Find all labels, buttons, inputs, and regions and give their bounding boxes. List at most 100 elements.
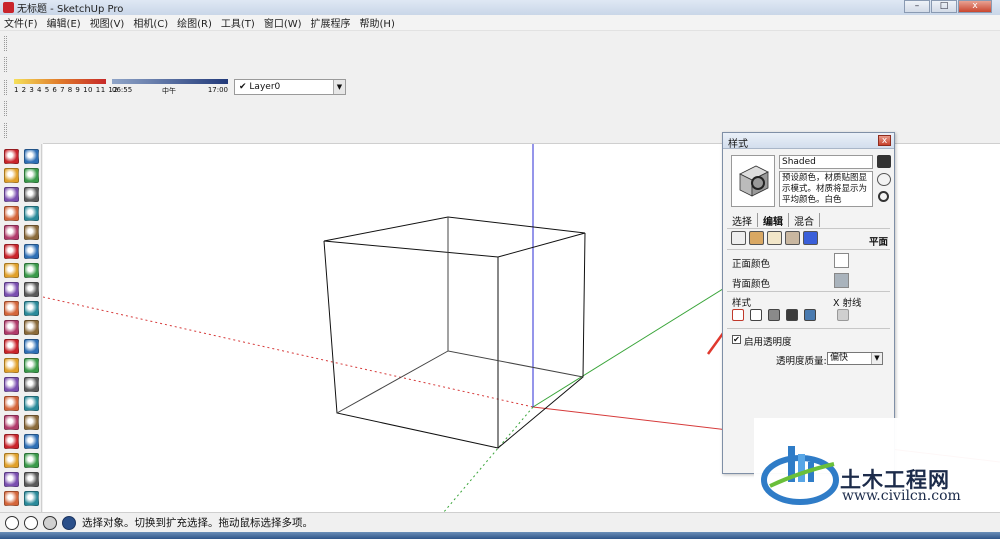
- toolbar-grip[interactable]: [4, 56, 7, 72]
- back-color-swatch[interactable]: [834, 273, 849, 288]
- tool-button-icon[interactable]: [24, 434, 39, 449]
- create-style-icon[interactable]: [877, 173, 891, 186]
- menu-help[interactable]: 帮助(H): [360, 15, 395, 30]
- tab-edit[interactable]: 编辑: [758, 213, 789, 228]
- toolbar-grip[interactable]: [4, 122, 7, 138]
- tool-button-icon[interactable]: [24, 282, 39, 297]
- style-description-field[interactable]: 预设颜色，材质贴图显示模式。材质将显示为平均颜色。白色: [779, 171, 873, 207]
- tool-button-icon[interactable]: [4, 472, 19, 487]
- maximize-button[interactable]: □: [931, 0, 957, 13]
- tool-button-icon[interactable]: [4, 225, 19, 240]
- layer-select[interactable]: ✔ Layer0 ▼: [234, 79, 346, 95]
- transparency-checkbox[interactable]: ✔: [732, 335, 741, 344]
- tool-button-icon[interactable]: [4, 434, 19, 449]
- tool-button-icon[interactable]: [4, 377, 19, 392]
- tool-button-icon[interactable]: [24, 472, 39, 487]
- tool-button-icon[interactable]: [24, 301, 39, 316]
- time-end-label: 17:00: [207, 86, 228, 94]
- menu-edit[interactable]: 编辑(E): [47, 15, 81, 30]
- dialog-tabs: 选择 编辑 混合: [727, 213, 820, 228]
- menu-file[interactable]: 文件(F): [4, 15, 38, 30]
- tab-divider: [727, 228, 890, 229]
- tool-button-icon[interactable]: [4, 206, 19, 221]
- tool-button-icon[interactable]: [4, 320, 19, 335]
- refresh-icon[interactable]: [878, 191, 889, 202]
- modeling-settings-icon[interactable]: [803, 231, 818, 245]
- tool-button-icon[interactable]: [4, 263, 19, 278]
- edge-settings-icon[interactable]: [731, 231, 746, 245]
- xray-icon[interactable]: [837, 309, 849, 321]
- shaded-textures-style-icon[interactable]: [786, 309, 798, 321]
- tab-select[interactable]: 选择: [727, 213, 758, 228]
- dialog-close-button[interactable]: x: [878, 135, 891, 146]
- tool-button-icon[interactable]: [4, 491, 19, 506]
- tool-button-icon[interactable]: [24, 415, 39, 430]
- tool-button-icon[interactable]: [24, 396, 39, 411]
- menu-camera[interactable]: 相机(C): [133, 15, 168, 30]
- tool-button-icon[interactable]: [24, 377, 39, 392]
- toolbar-row-3: 1 2 3 4 5 6 7 8 9 10 11 12 06:55 中午 17:00 ✔ …: [0, 77, 1000, 97]
- style-name-field[interactable]: Shaded: [779, 155, 873, 169]
- tool-button-icon[interactable]: [4, 149, 19, 164]
- background-settings-icon[interactable]: [767, 231, 782, 245]
- tool-button-icon[interactable]: [24, 149, 39, 164]
- tool-button-icon[interactable]: [24, 187, 39, 202]
- tool-button-icon[interactable]: [4, 453, 19, 468]
- wireframe-style-icon[interactable]: [732, 309, 744, 321]
- transparency-quality-select[interactable]: 偏快 ▼: [827, 352, 883, 365]
- status-bar: 选择对象。切换到扩充选择。拖动鼠标选择多项。: [0, 512, 1000, 532]
- tool-button-icon[interactable]: [24, 491, 39, 506]
- menu-extensions[interactable]: 扩展程序: [311, 15, 351, 30]
- tool-button-icon[interactable]: [24, 339, 39, 354]
- close-button[interactable]: x: [958, 0, 992, 13]
- tool-button-icon[interactable]: [24, 320, 39, 335]
- geo-location-icon[interactable]: [5, 515, 19, 530]
- tab-mix[interactable]: 混合: [789, 213, 820, 228]
- update-style-icon[interactable]: [877, 155, 891, 168]
- user-account-icon[interactable]: [43, 515, 57, 530]
- watermark-settings-icon[interactable]: [785, 231, 800, 245]
- tool-button-icon[interactable]: [24, 358, 39, 373]
- credits-icon[interactable]: [24, 515, 38, 530]
- shadow-time-slider[interactable]: 06:55 中午 17:00: [112, 78, 228, 96]
- menu-tools[interactable]: 工具(T): [221, 15, 255, 30]
- tool-button-icon[interactable]: [4, 396, 19, 411]
- toolbar-grip[interactable]: [4, 35, 7, 51]
- tool-button-icon[interactable]: [4, 415, 19, 430]
- help-icon[interactable]: [62, 515, 76, 530]
- tool-button-icon[interactable]: [4, 168, 19, 183]
- menu-window[interactable]: 窗口(W): [264, 15, 302, 30]
- face-settings-icon[interactable]: [749, 231, 764, 245]
- hidden-line-style-icon[interactable]: [750, 309, 762, 321]
- tool-button-icon[interactable]: [4, 244, 19, 259]
- red-axis-negative: [43, 296, 534, 408]
- tool-button-icon[interactable]: [24, 453, 39, 468]
- tool-button-icon[interactable]: [4, 187, 19, 202]
- tool-button-icon[interactable]: [4, 358, 19, 373]
- style-thumbnail[interactable]: [731, 155, 775, 207]
- toolbar-grip[interactable]: [4, 100, 7, 116]
- green-axis-negative: [442, 406, 534, 513]
- tool-button-icon[interactable]: [24, 225, 39, 240]
- minimize-button[interactable]: –: [904, 0, 930, 13]
- style-label: 样式: [732, 298, 752, 309]
- front-color-swatch[interactable]: [834, 253, 849, 268]
- menu-draw[interactable]: 绘图(R): [177, 15, 212, 30]
- tool-button-icon[interactable]: [4, 339, 19, 354]
- shadow-date-slider[interactable]: 1 2 3 4 5 6 7 8 9 10 11 12: [14, 78, 118, 96]
- transparency-enabled-label: 启用透明度: [744, 337, 792, 348]
- tool-button-icon[interactable]: [24, 168, 39, 183]
- toolbar-grip[interactable]: [4, 79, 7, 95]
- cube-wireframe[interactable]: [323, 216, 586, 449]
- os-taskbar: [0, 532, 1000, 539]
- tool-button-icon[interactable]: [24, 263, 39, 278]
- section-divider: [727, 249, 890, 250]
- menu-view[interactable]: 视图(V): [90, 15, 125, 30]
- tool-button-icon[interactable]: [24, 244, 39, 259]
- shaded-style-icon[interactable]: [768, 309, 780, 321]
- tool-button-icon[interactable]: [4, 301, 19, 316]
- monochrome-style-icon[interactable]: [804, 309, 816, 321]
- tool-button-icon[interactable]: [4, 282, 19, 297]
- watermark-url: www.civilcn.com: [842, 488, 961, 504]
- tool-button-icon[interactable]: [24, 206, 39, 221]
